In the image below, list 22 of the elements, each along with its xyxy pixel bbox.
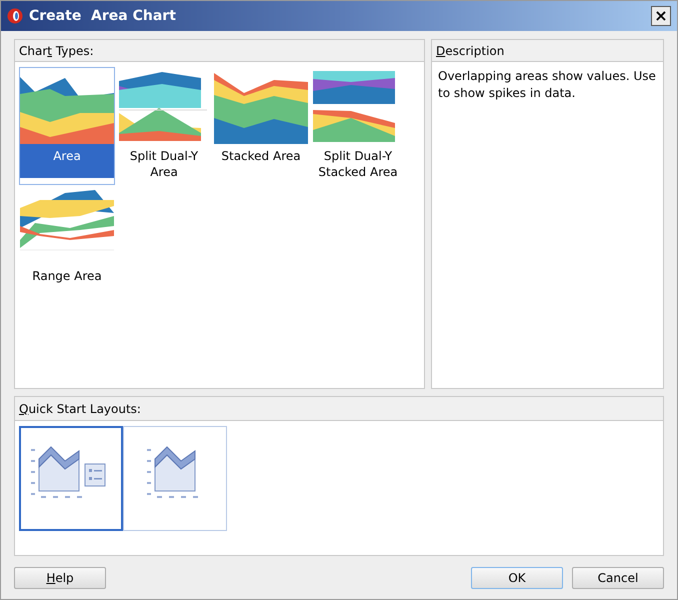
chart-type-option[interactable]: Split Dual-Y Area <box>116 67 212 185</box>
chart-type-label: Area <box>20 144 114 178</box>
window-title: Create Area Chart <box>29 6 176 26</box>
app-logo-icon <box>7 8 23 24</box>
chart-type-option[interactable]: Range Area <box>19 187 115 299</box>
ok-button[interactable]: OK <box>471 567 563 589</box>
chart-type-label: Stacked Area <box>220 148 302 165</box>
chart-type-label: Split Dual-Y Area <box>128 148 200 181</box>
panel-title: Chart Types: <box>19 42 94 60</box>
chart-type-label: Split Dual-Y Stacked Area <box>317 148 399 181</box>
chart-type-label: Range Area <box>31 268 103 285</box>
chart-type-option[interactable]: Area <box>19 67 115 185</box>
layout-option[interactable] <box>123 426 227 531</box>
chart-type-option[interactable]: Split Dual-Y Stacked Area <box>310 67 406 185</box>
panel-title: Description <box>436 42 504 60</box>
layout-option[interactable] <box>19 426 123 531</box>
chart-type-option[interactable]: Stacked Area <box>213 67 309 185</box>
description-text: Overlapping areas show values. Use to show spikes in data. <box>437 68 657 102</box>
cancel-button[interactable]: Cancel <box>572 567 664 589</box>
help-button[interactable]: Help <box>14 567 106 589</box>
panel-title: Quick Start Layouts: <box>19 400 141 418</box>
close-button[interactable]: × <box>651 6 671 26</box>
